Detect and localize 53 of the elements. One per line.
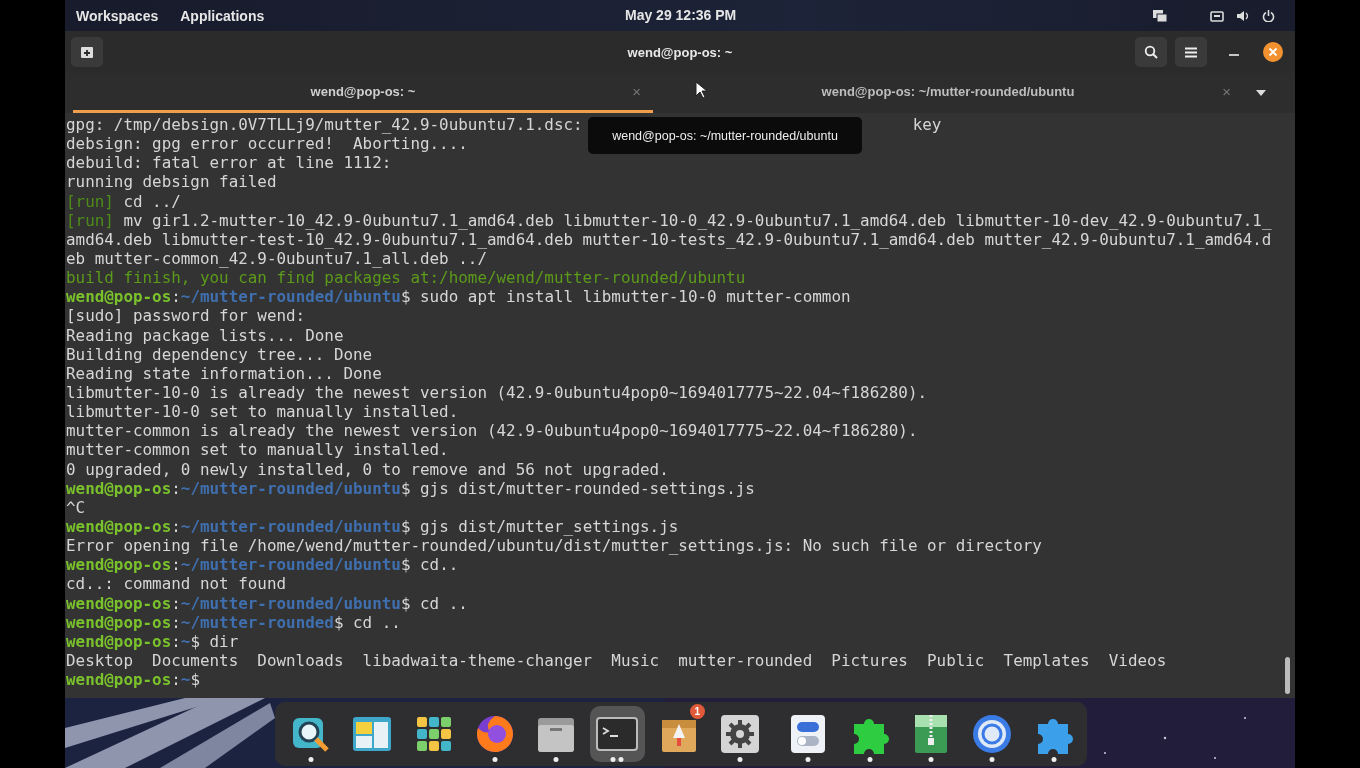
terminal-line: mutter-common set to manually installed. — [66, 440, 449, 460]
terminal-line: wend@pop-os:~/mutter-rounded/ubuntu$ sudo apt install libmutter-10-0 mutter-common — [66, 287, 851, 307]
display-icon[interactable] — [1152, 8, 1168, 23]
terminal-line: cd..: command not found — [66, 574, 287, 594]
terminal-line: Reading package lists... Done — [66, 325, 344, 345]
terminal-line: wend@pop-os:~$ — [66, 670, 200, 690]
terminal-line: wend@pop-os:~$ dir — [66, 631, 239, 651]
terminal-line: debuild: fatal error at line 1112: — [66, 153, 392, 173]
terminal-line: [sudo] password for wend: — [66, 306, 306, 326]
terminal-line: wend@pop-os:~/mutter-rounded$ cd .. — [66, 612, 401, 632]
window-title: wend@pop-os: ~ — [626, 44, 734, 60]
terminal-line: Reading state information... Done — [66, 363, 382, 383]
tab-label: wend@pop-os: ~/mutter-rounded/ubuntu — [821, 84, 1075, 99]
keyboard-icon[interactable] — [1210, 9, 1224, 22]
terminal-line: Building dependency tree... Done — [66, 344, 373, 364]
terminal-line: Desktop Documents Downloads libadwaita-theme-changer Music mutter-rounded Pictures Public Templates Videos — [66, 650, 1167, 671]
menu-button[interactable] — [1175, 37, 1207, 67]
volume-icon[interactable] — [1236, 9, 1250, 22]
search-button[interactable] — [1135, 37, 1167, 67]
terminal-line: eb mutter-common_42.9-0ubuntu7.1_all.deb ../ — [66, 249, 487, 269]
cursor-icon — [695, 81, 707, 99]
terminal-line: wend@pop-os:~/mutter-rounded/ubuntu$ cd.. — [66, 555, 459, 575]
terminal-line: wend@pop-os:~/mutter-rounded/ubuntu$ gjs dist/mutter_settings.js — [66, 516, 679, 537]
search-icon — [1144, 45, 1158, 59]
scrollbar-thumb[interactable] — [1285, 657, 1290, 694]
terminal-line: wend@pop-os:~/mutter-rounded/ubuntu$ gjs dist/mutter-rounded-settings.js — [66, 478, 755, 498]
dock-launcher[interactable]: 1 — [650, 706, 707, 762]
terminal-line: libmutter-10-0 is already the newest version (42.9-0ubuntu4pop0~1694017775~22.04~f186280). — [66, 382, 928, 403]
terminal-line: debsign: gpg error occurred! Aborting.... — [66, 134, 468, 154]
tab[interactable]: wend@pop-os: ~/mutter-rounded/ubuntu × — [653, 73, 1243, 113]
dock-launcher[interactable] — [589, 706, 646, 762]
clock[interactable]: May 29 12:36 PM — [625, 7, 737, 23]
notification-badge: 1 — [689, 704, 705, 719]
terminal-line: 0 upgraded, 0 newly installed, 0 to remove and 56 not upgraded. — [66, 459, 669, 479]
panel-menu[interactable]: Applications — [180, 5, 265, 26]
new-tab-button[interactable] — [71, 37, 103, 67]
dropdown-icon[interactable] — [1255, 89, 1267, 97]
terminal-line: [run] cd ../ — [66, 191, 181, 211]
new-tab-icon — [80, 45, 94, 59]
power-icon[interactable] — [1262, 9, 1275, 22]
terminal-line: running debsign failed — [66, 172, 277, 192]
tab-label: wend@pop-os: ~ — [310, 84, 416, 99]
terminal-line: Error opening file /home/wend/mutter-rounded/ubuntu/dist/mutter_settings.js: No such file or directory — [66, 536, 1042, 556]
terminal-line: build finish, you can find packages at:/home/wend/mutter-rounded/ubuntu — [66, 268, 746, 288]
terminal-line: ^C — [66, 497, 86, 517]
terminal-line: libmutter-10-0 set to manually installed. — [66, 402, 459, 422]
close-icon[interactable] — [1263, 42, 1283, 62]
panel-menu[interactable]: Workspaces — [76, 5, 159, 26]
menu-icon — [1185, 46, 1197, 58]
terminal-line: [run] mv gir1.2-mutter-10_42.9-0ubuntu7.1_amd64.deb libmutter-10-0_42.9-0ubuntu7.1_amd64.deb libmutter-10-dev_42.9-0ubuntu7.1_ — [66, 210, 1272, 230]
terminal-line: mutter-common is already the newest version (42.9-0ubuntu4pop0~1694017775~22.04~f186280). — [66, 421, 918, 441]
terminal-line: wend@pop-os:~/mutter-rounded/ubuntu$ cd .. — [66, 593, 468, 613]
terminal-line: amd64.deb libmutter-test-10_42.9-0ubuntu7.1_amd64.deb mutter-10-tests_42.9-0ubuntu7.1_amd64.deb mutter_42.9-0ubuntu7.1_amd64.d — [66, 229, 1272, 249]
